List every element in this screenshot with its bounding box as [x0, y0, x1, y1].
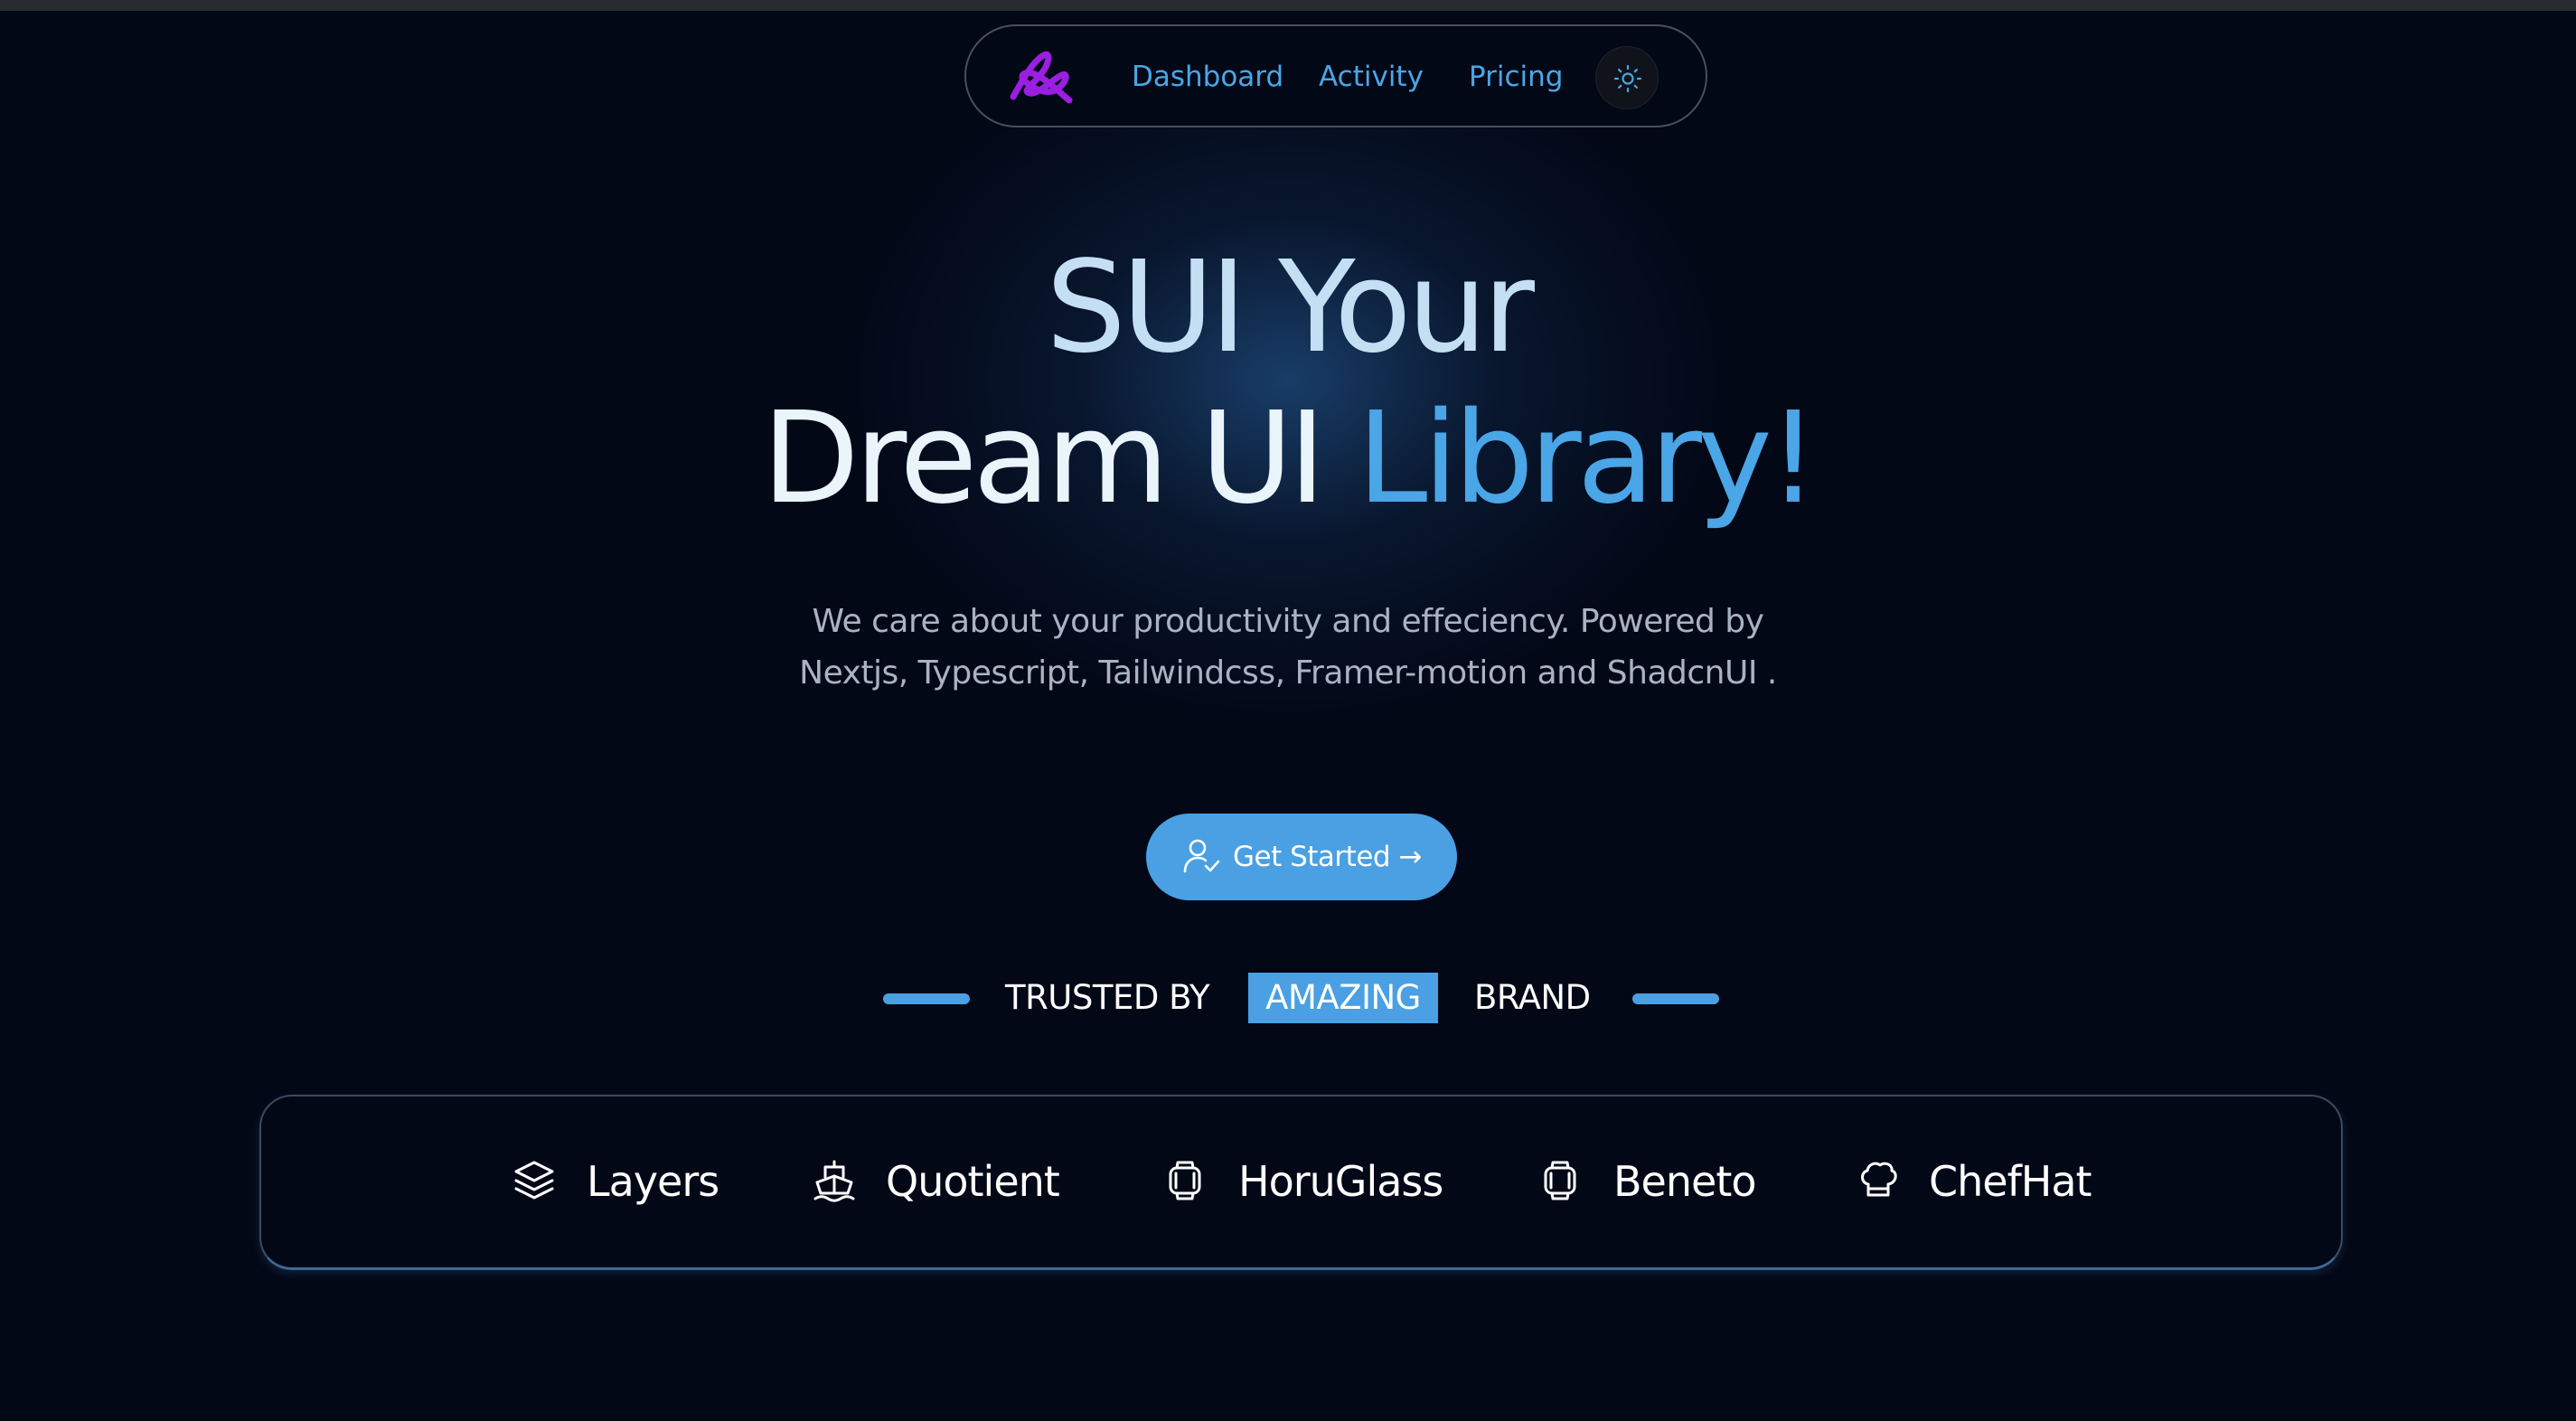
brand-name: Quotient: [886, 1157, 1060, 1206]
nav-link-activity[interactable]: Activity: [1319, 61, 1424, 93]
hero-title-line1: SUI Your: [1046, 234, 1535, 381]
hero-title-accent: Library!: [1357, 385, 1819, 532]
hero-subtitle-line2: Nextjs, Typescript, Tailwindcss, Framer-…: [799, 654, 1777, 692]
trusted-by-text: TRUSTED BY: [1005, 978, 1210, 1017]
brand-name: ChefHat: [1929, 1157, 2092, 1206]
nav-link-pricing[interactable]: Pricing: [1469, 61, 1564, 93]
swirl-logo-icon[interactable]: [1006, 48, 1075, 106]
trusted-divider-right: [1632, 993, 1719, 1004]
trusted-divider-left: [883, 993, 970, 1004]
theme-toggle-button[interactable]: [1595, 46, 1659, 109]
trusted-brand-text: BRAND: [1474, 978, 1591, 1017]
layers-icon: [514, 1161, 554, 1200]
hero-title-line2: Dream UI Library!: [0, 387, 2576, 532]
brand-name: Beneto: [1613, 1157, 1756, 1206]
get-started-label: Get Started →: [1233, 841, 1422, 873]
watch-icon: [1544, 1161, 1576, 1200]
sun-icon: [1613, 64, 1642, 93]
hero-subtitle-line1: We care about your productivity and effe…: [812, 603, 1764, 640]
ship-icon: [813, 1160, 855, 1202]
browser-top-strip: [0, 0, 2576, 11]
brand-logos-strip: Layers Quotient HoruGlass Beneto ChefHat: [259, 1095, 2343, 1270]
navbar: Dashboard Activity Pricing: [964, 24, 1707, 127]
user-check-icon: [1183, 839, 1220, 873]
nav-link-dashboard[interactable]: Dashboard: [1132, 61, 1283, 93]
brand-name: Layers: [587, 1157, 719, 1206]
watch-icon: [1169, 1161, 1201, 1200]
brand-name: HoruGlass: [1238, 1157, 1443, 1206]
chef-hat-icon: [1861, 1162, 1897, 1197]
hero-subtitle: We care about your productivity and effe…: [0, 596, 2576, 699]
trusted-highlight: AMAZING: [1248, 973, 1438, 1023]
hero-title-prefix: Dream UI: [761, 385, 1358, 532]
get-started-button[interactable]: Get Started →: [1146, 814, 1457, 900]
